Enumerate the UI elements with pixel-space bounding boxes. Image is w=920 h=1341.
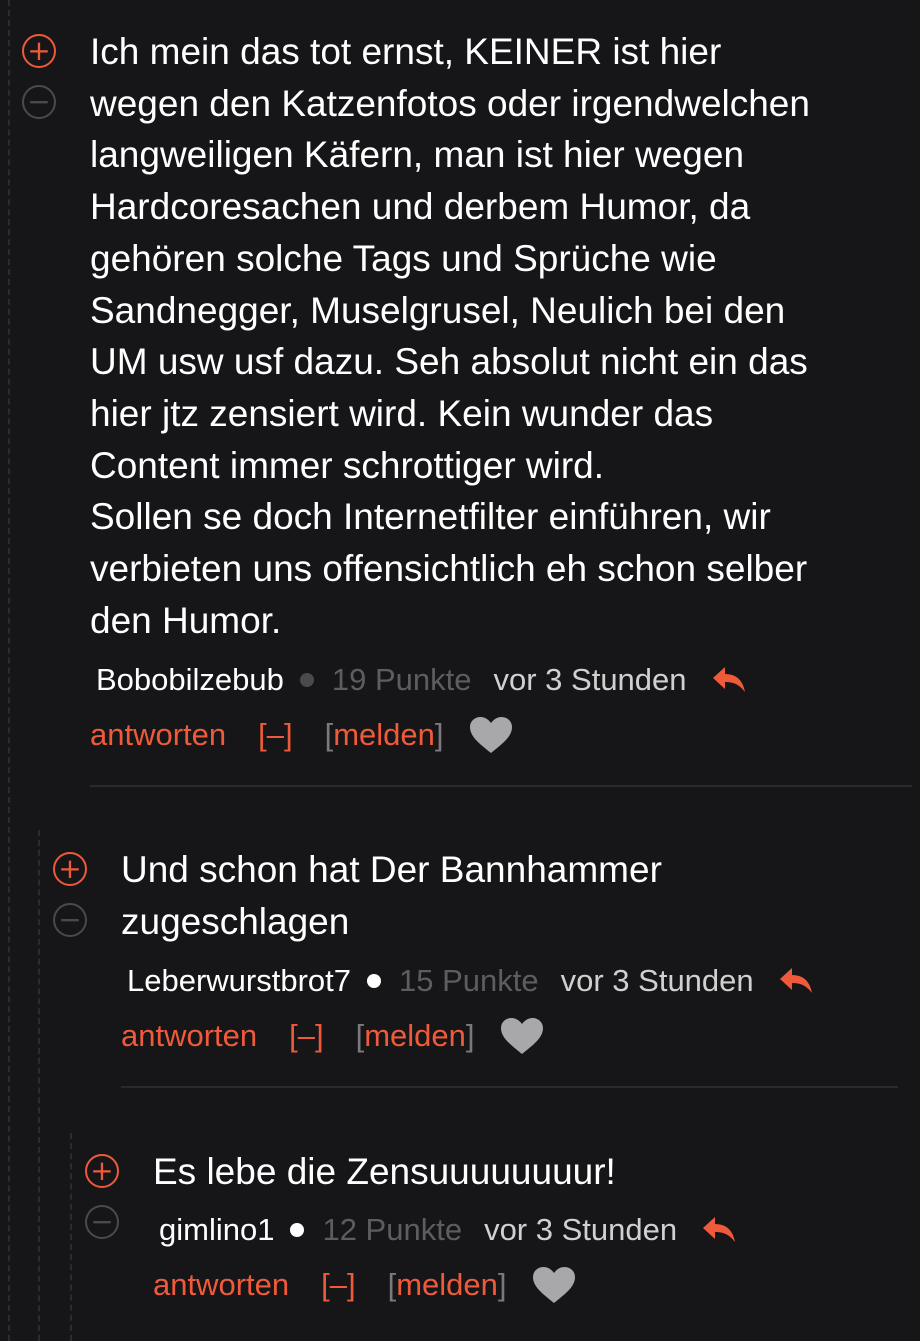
plus-circle-icon: + [58, 852, 82, 885]
downvote-button[interactable]: − [53, 903, 87, 937]
timestamp: vor 3 Stunden [560, 963, 754, 999]
comment-actions: antworten [–] [melden] [90, 712, 890, 758]
comment-meta: Bobobilzebub 19 Punkte vor 3 Stunden [90, 660, 890, 700]
upvote-button[interactable]: + [22, 34, 56, 68]
reply-arrow-icon[interactable] [778, 966, 814, 996]
comment-text: Es lebe die Zensuuuuuuuur! [153, 1151, 616, 1192]
thread-line [70, 1133, 72, 1341]
comment-text: Und schon hat Der Bannhammer zugeschlage… [121, 849, 662, 942]
author-link[interactable]: gimlino1 [159, 1212, 274, 1248]
bracket: [ [324, 717, 334, 753]
comment-body: Und schon hat Der Bannhammer zugeschlage… [121, 844, 901, 1059]
reply-link[interactable]: antworten [153, 1267, 289, 1303]
minus-circle-icon: − [58, 903, 82, 936]
heart-icon[interactable] [531, 1265, 577, 1305]
report-label: melden [333, 717, 435, 753]
minus-circle-icon: − [90, 1205, 114, 1238]
reply-arrow-icon[interactable] [701, 1215, 737, 1245]
downvote-button[interactable]: − [22, 85, 56, 119]
separator-dot [299, 673, 314, 688]
timestamp: vor 3 Stunden [484, 1211, 678, 1247]
comment-actions: antworten [–] [melden] [153, 1262, 913, 1308]
thread-line [8, 0, 10, 1341]
upvote-button[interactable]: + [85, 1154, 119, 1188]
comment-actions: antworten [–] [melden] [121, 1013, 901, 1059]
comment-body: Es lebe die Zensuuuuuuuur! gimlino1 12 P… [153, 1146, 913, 1308]
thread-line [38, 830, 40, 1341]
minus-circle-icon: − [27, 85, 51, 118]
bracket: ] [434, 717, 444, 753]
divider [90, 785, 912, 787]
report-link[interactable]: [melden] [356, 1018, 475, 1054]
vote-controls: + − [85, 1154, 125, 1239]
heart-icon[interactable] [468, 715, 514, 755]
report-link[interactable]: [melden] [388, 1267, 507, 1303]
reply-link[interactable]: antworten [121, 1018, 257, 1054]
vote-controls: + − [53, 852, 93, 937]
downvote-button[interactable]: − [85, 1205, 119, 1239]
collapse-link[interactable]: [–] [258, 717, 292, 753]
comment-text: Ich mein das tot ernst, KEINER ist hier … [90, 31, 810, 641]
bracket: ] [465, 1018, 475, 1054]
timestamp: vor 3 Stunden [493, 662, 687, 698]
reply-arrow-icon[interactable] [711, 665, 747, 695]
bracket: [ [355, 1018, 365, 1054]
reply-link[interactable]: antworten [90, 717, 226, 753]
plus-circle-icon: + [27, 34, 51, 67]
heart-icon[interactable] [499, 1016, 545, 1056]
bracket: ] [497, 1266, 507, 1302]
comment-meta: gimlino1 12 Punkte vor 3 Stunden [153, 1210, 913, 1250]
report-link[interactable]: [melden] [325, 717, 444, 753]
plus-circle-icon: + [90, 1154, 114, 1187]
points-count: 19 Punkte [331, 662, 472, 698]
comment-meta: Leberwurstbrot7 15 Punkte vor 3 Stunden [121, 961, 901, 1001]
upvote-button[interactable]: + [53, 852, 87, 886]
comment-body: Ich mein das tot ernst, KEINER ist hier … [90, 26, 890, 758]
bracket: [ [387, 1266, 397, 1302]
points-count: 15 Punkte [399, 963, 539, 999]
separator-dot [367, 974, 382, 989]
vote-controls: + − [22, 34, 62, 119]
points-count: 12 Punkte [322, 1211, 463, 1247]
separator-dot [290, 1222, 305, 1237]
author-link[interactable]: Bobobilzebub [96, 662, 284, 698]
report-label: melden [396, 1266, 498, 1302]
collapse-link[interactable]: [–] [321, 1267, 355, 1303]
collapse-link[interactable]: [–] [289, 1018, 323, 1054]
author-link[interactable]: Leberwurstbrot7 [127, 963, 351, 999]
divider [121, 1086, 898, 1088]
report-label: melden [364, 1018, 466, 1054]
comment-thread: + − Ich mein das tot ernst, KEINER ist h… [0, 0, 920, 1341]
